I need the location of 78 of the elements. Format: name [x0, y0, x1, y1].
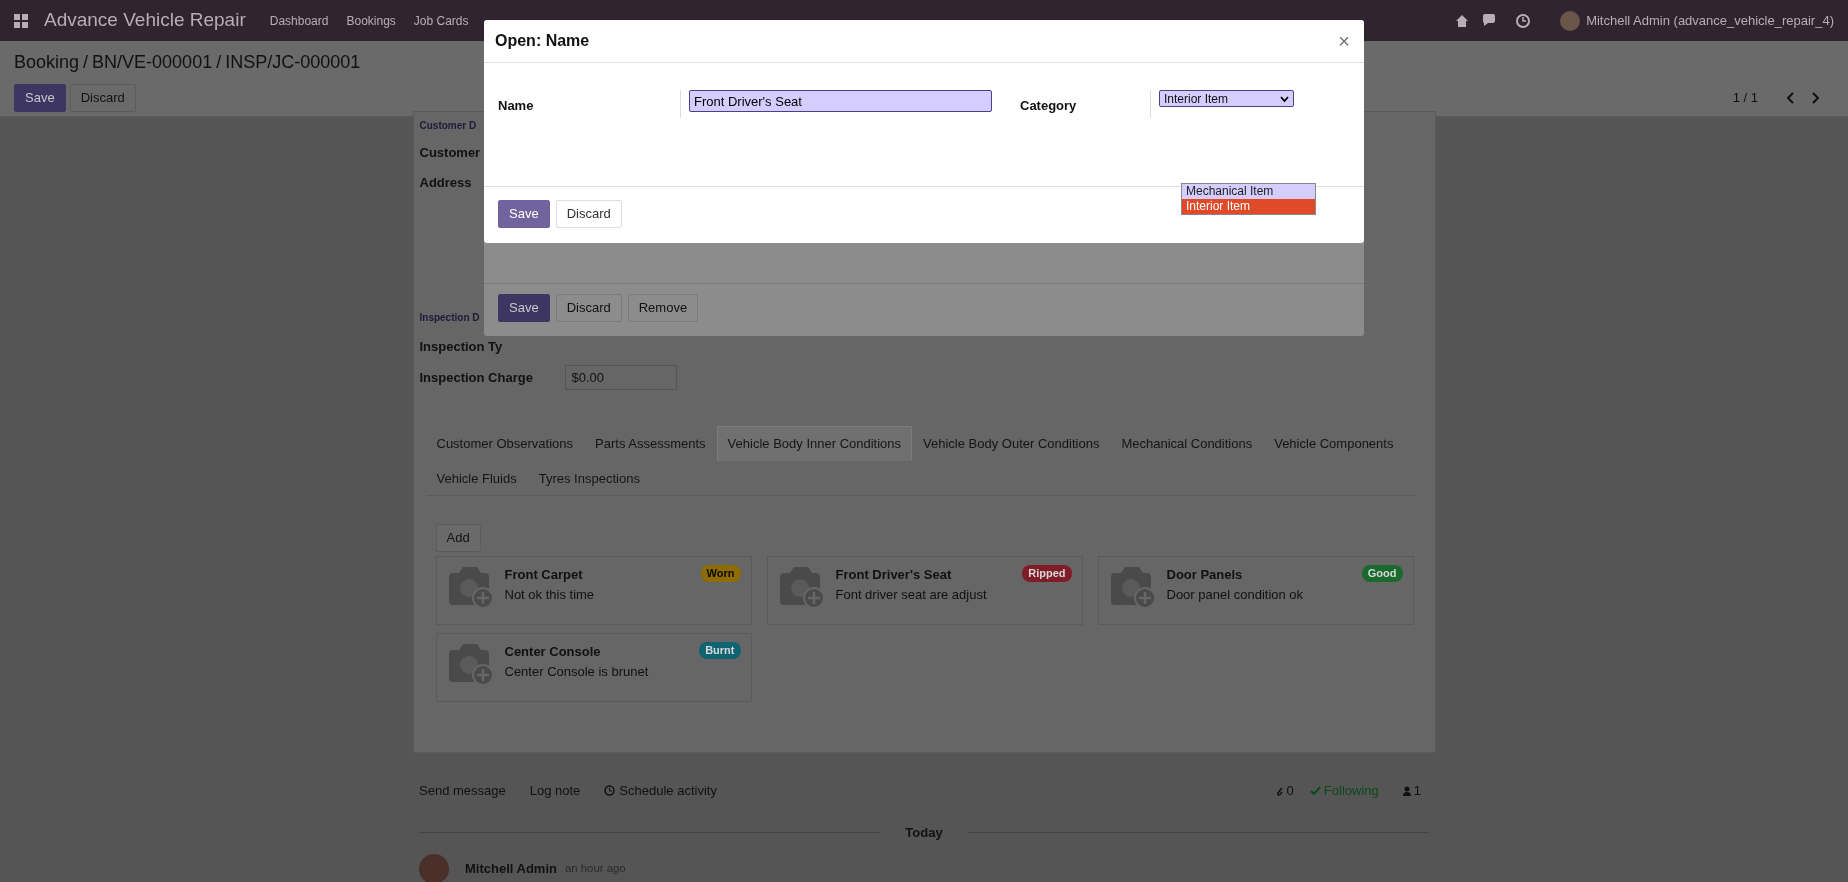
card-title: Front Carpet	[504, 566, 584, 584]
category-select[interactable]: Interior Item	[1159, 90, 1294, 107]
discard-button[interactable]: Discard	[555, 294, 622, 322]
charge-field[interactable]: $0.00	[564, 364, 677, 390]
field-label: Address	[419, 173, 472, 192]
chatter-action[interactable]: Schedule activity	[619, 781, 717, 801]
check-icon	[1309, 785, 1321, 796]
dialog-title: Open: Name	[495, 31, 590, 51]
tab[interactable]: Customer Observations	[425, 426, 585, 461]
camera-add-icon	[446, 565, 495, 609]
add-button[interactable]: Add	[435, 524, 481, 552]
camera-add-icon	[1108, 565, 1157, 609]
chatter-action[interactable]: Send message	[419, 781, 506, 801]
pager-value: 1 / 1	[1732, 89, 1758, 108]
next-icon[interactable]	[1812, 92, 1820, 104]
save-button[interactable]: Save	[498, 200, 550, 228]
card-note: Not ok this time	[504, 585, 595, 604]
chat-icon[interactable]	[1482, 14, 1497, 27]
breadcrumb-separator: /	[83, 51, 89, 74]
breadcrumb-item[interactable]: BN/VE-000001	[92, 49, 213, 76]
card-title: Door Panels	[1166, 566, 1244, 584]
breadcrumb-separator: /	[216, 51, 222, 74]
clock-icon	[604, 785, 616, 797]
name-field[interactable]: Front Driver's Seat	[689, 90, 992, 112]
breadcrumb-item[interactable]: Booking	[14, 49, 80, 76]
date-separator: Today	[905, 823, 943, 842]
section-title: Customer D	[419, 119, 477, 133]
activity-icon[interactable]	[1516, 13, 1531, 28]
discard-button[interactable]: Discard	[555, 200, 622, 228]
user-avatar[interactable]	[1560, 10, 1581, 31]
camera-add-icon	[446, 642, 495, 686]
tab[interactable]: Vehicle Body Inner Conditions	[716, 426, 913, 461]
discard-button[interactable]: Discard	[69, 84, 136, 112]
tab[interactable]: Mechanical Conditions	[1110, 426, 1264, 461]
follower-count: 1	[1413, 782, 1421, 800]
field-label: Customer	[419, 144, 481, 162]
card-note: Center Console is brunet	[504, 662, 649, 681]
home-icon[interactable]	[1456, 14, 1469, 27]
dropdown-option[interactable]: Interior Item	[1182, 199, 1315, 214]
status-badge: Good	[1361, 565, 1403, 582]
tab[interactable]: Tyres Inspections	[527, 460, 651, 495]
status-badge: Ripped	[1022, 565, 1072, 582]
menu-item[interactable]: Dashboard	[269, 11, 329, 30]
card-title: Front Driver's Seat	[835, 566, 953, 584]
status-badge: Burnt	[699, 642, 741, 659]
field-label: Category	[1020, 97, 1078, 115]
breadcrumb-item: INSP/JC-000001	[225, 51, 361, 74]
save-button[interactable]: Save	[498, 294, 550, 322]
dropdown-caret-icon	[1280, 95, 1289, 102]
menu-item[interactable]: Job Cards	[413, 11, 469, 30]
save-button[interactable]: Save	[14, 84, 66, 112]
menu-item[interactable]: Bookings	[346, 11, 396, 30]
card-note: Font driver seat are adjust	[835, 585, 987, 604]
card-note: Door panel condition ok	[1166, 585, 1304, 604]
author-avatar	[419, 854, 449, 882]
camera-add-icon	[777, 565, 826, 609]
tab[interactable]: Parts Assessments	[584, 426, 717, 461]
attachment-count: 0	[1286, 782, 1294, 800]
remove-button[interactable]: Remove	[627, 294, 699, 322]
user-menu[interactable]: Mitchell Admin (advance_vehicle_repair_4)	[1586, 10, 1834, 31]
field-label: Inspection Ty	[419, 338, 503, 356]
message-author: Mitchell Admin	[465, 860, 557, 879]
paperclip-icon[interactable]	[1274, 785, 1284, 797]
section-title: Inspection D	[419, 311, 480, 325]
close-button[interactable]: ×	[1338, 26, 1350, 56]
chatter-action[interactable]: Log note	[529, 781, 581, 801]
apps-menu-icon[interactable]	[14, 13, 28, 28]
card-title: Center Console	[504, 643, 602, 661]
app-title[interactable]: Advance Vehicle Repair	[44, 6, 246, 35]
previous-icon[interactable]	[1786, 92, 1794, 104]
field-label: Name	[498, 97, 535, 115]
tab[interactable]: Vehicle Fluids	[425, 460, 528, 495]
dropdown-option[interactable]: Mechanical Item	[1182, 184, 1315, 199]
tab[interactable]: Vehicle Components	[1263, 426, 1405, 461]
status-badge: Worn	[700, 565, 741, 582]
tab[interactable]: Vehicle Body Outer Conditions	[912, 426, 1111, 461]
user-icon[interactable]	[1402, 785, 1411, 796]
field-label: Inspection Charge	[419, 368, 534, 387]
